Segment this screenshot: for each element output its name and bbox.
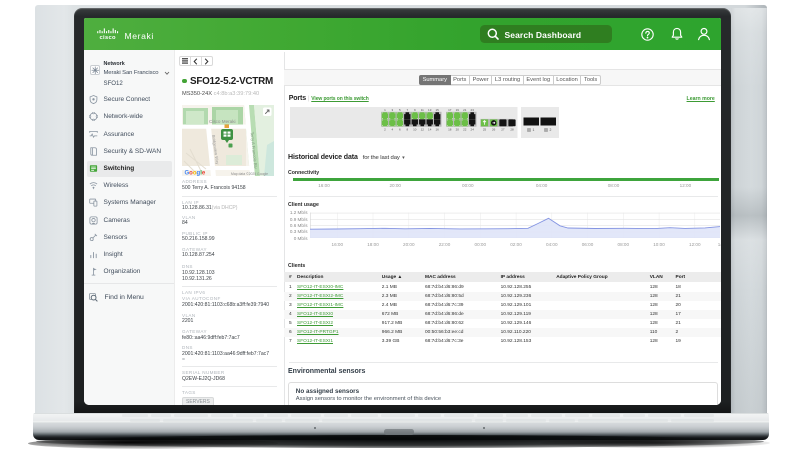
svg-text:26: 26 bbox=[492, 128, 496, 132]
svg-text:cisco: cisco bbox=[100, 35, 116, 40]
svg-text:12: 12 bbox=[421, 128, 425, 132]
svg-text:Map data ©2025 Google: Map data ©2025 Google bbox=[231, 172, 268, 176]
svg-text:28: 28 bbox=[510, 128, 514, 132]
svg-text:15: 15 bbox=[436, 108, 440, 112]
svg-text:20: 20 bbox=[456, 128, 460, 132]
svg-text:10: 10 bbox=[413, 128, 417, 132]
svg-text:16: 16 bbox=[436, 128, 440, 132]
svg-text:24: 24 bbox=[471, 128, 475, 132]
svg-text:17: 17 bbox=[448, 108, 452, 112]
svg-text:13: 13 bbox=[428, 108, 432, 112]
svg-text:25: 25 bbox=[483, 128, 487, 132]
svg-text:Cisco Meraki: Cisco Meraki bbox=[209, 119, 236, 124]
svg-text:19: 19 bbox=[456, 108, 460, 112]
svg-text:18: 18 bbox=[448, 128, 452, 132]
svg-text:23: 23 bbox=[471, 108, 475, 112]
svg-text:27: 27 bbox=[501, 128, 505, 132]
svg-text:2: 2 bbox=[550, 128, 552, 132]
svg-text:1: 1 bbox=[533, 128, 535, 132]
svg-text:14: 14 bbox=[428, 128, 432, 132]
svg-text:Google: Google bbox=[184, 170, 205, 176]
svg-text:11: 11 bbox=[421, 108, 424, 112]
svg-text:21: 21 bbox=[463, 108, 467, 112]
svg-text:22: 22 bbox=[463, 128, 467, 132]
